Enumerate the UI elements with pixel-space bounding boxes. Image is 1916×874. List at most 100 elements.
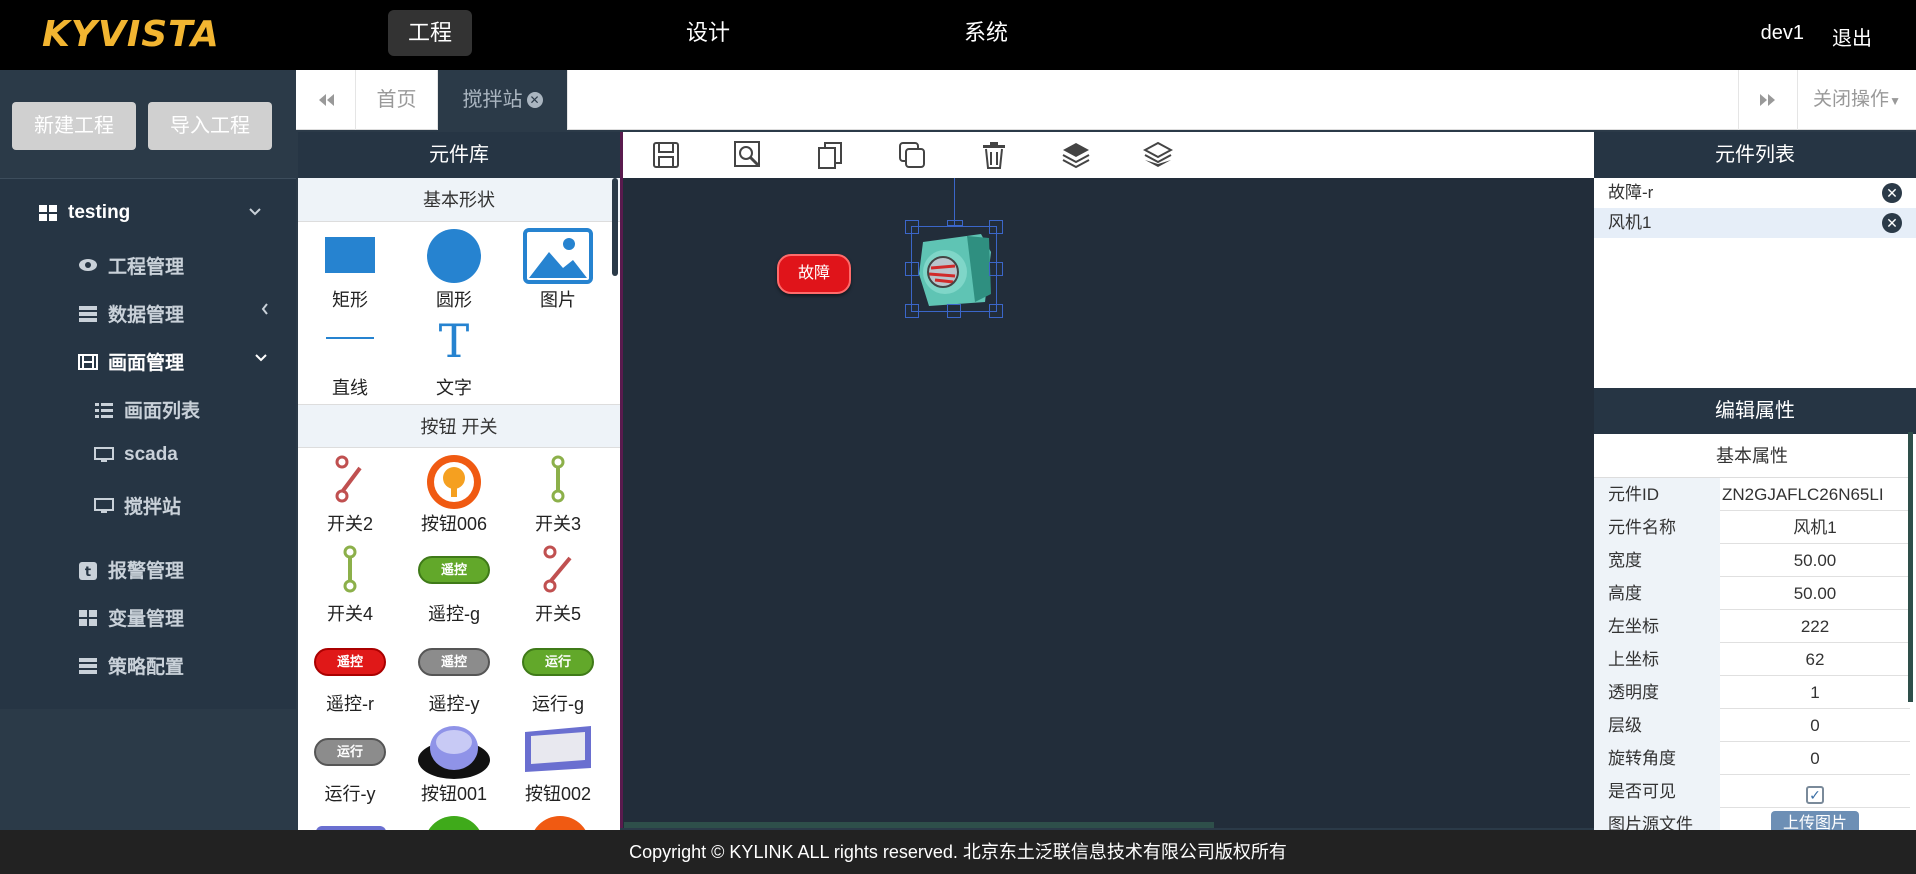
prop-layer-input[interactable]: 0 [1720, 709, 1910, 742]
fan-component[interactable] [905, 178, 1003, 318]
remove-icon[interactable]: ✕ [1882, 213, 1902, 233]
switch-icon [343, 545, 357, 593]
resize-handle-e[interactable] [989, 262, 1003, 276]
nav-project[interactable]: 工程 [388, 10, 472, 56]
shape-line[interactable]: 直线 [298, 318, 402, 398]
shape-circle[interactable]: 圆形 [402, 228, 506, 312]
prop-key: 透明度 [1594, 676, 1720, 709]
tab-scroll-left[interactable] [296, 70, 356, 130]
prop-height-input[interactable]: 50.00 [1720, 577, 1910, 610]
tab-scroll-right[interactable] [1738, 70, 1798, 130]
import-project-button[interactable]: 导入工程 [148, 102, 272, 150]
nav-design[interactable]: 设计 [666, 10, 750, 56]
sidebar-item-mixing-station[interactable]: 搅拌站 [94, 492, 181, 519]
monitor-icon [94, 447, 114, 463]
component-list-item-fault[interactable]: 故障-r ✕ [1594, 178, 1916, 208]
component-label: 遥控-y [428, 694, 480, 714]
resize-handle-w[interactable] [905, 262, 919, 276]
circle-icon [427, 229, 481, 283]
chevron-left-icon[interactable] [260, 302, 270, 321]
tab-mixing-station[interactable]: 搅拌站 ✕ [438, 70, 568, 130]
resize-handle-ne[interactable] [989, 220, 1003, 234]
monitor-icon [94, 497, 114, 514]
upload-image-button[interactable]: 上传图片 [1771, 811, 1859, 830]
sidebar-item-strategy-config[interactable]: 策略配置 [78, 652, 184, 679]
component-remote-y[interactable]: 遥控 遥控-y [402, 634, 506, 716]
nav-system[interactable]: 系统 [944, 10, 1028, 56]
server-icon [78, 305, 98, 322]
component-remote-r[interactable]: 遥控 遥控-r [298, 634, 402, 716]
shape-image[interactable]: 图片 [506, 228, 610, 312]
sidebar-item-data-management[interactable]: 数据管理 [78, 300, 184, 327]
close-icon[interactable]: ✕ [526, 92, 543, 108]
component-list-item-fan[interactable]: 风机1 ✕ [1594, 208, 1916, 238]
component-switch5[interactable]: 开关5 [506, 544, 610, 626]
properties-scrollbar[interactable] [1908, 432, 1913, 702]
layer-down-icon[interactable] [1143, 140, 1173, 170]
save-icon[interactable] [651, 140, 681, 170]
resize-handle-se[interactable] [989, 304, 1003, 318]
component-list-title: 元件列表 [1594, 132, 1916, 178]
component-label: 运行-g [531, 694, 584, 714]
library-group-basic-shapes[interactable]: 基本形状 [298, 178, 620, 222]
trash-icon[interactable] [979, 140, 1009, 170]
copy-icon[interactable] [815, 140, 845, 170]
component-label: 开关5 [534, 604, 581, 624]
rotate-handle-line[interactable] [954, 178, 955, 226]
component-switch4[interactable]: 开关4 [298, 544, 402, 626]
chevron-down-icon[interactable] [254, 350, 268, 368]
design-canvas[interactable]: 故障 [620, 178, 1594, 828]
component-switch3[interactable]: 开关3 [506, 454, 610, 536]
bulb-button-icon [427, 455, 481, 509]
component-button001[interactable]: 按钮001 [402, 724, 506, 806]
sidebar-item-screen-management[interactable]: 画面管理 [78, 348, 184, 375]
resize-handle-sw[interactable] [905, 304, 919, 318]
sidebar-item-scada[interactable]: scada [94, 444, 178, 466]
user-name[interactable]: dev1 [1761, 22, 1804, 45]
shape-rectangle[interactable]: 矩形 [298, 228, 402, 312]
prop-name-input[interactable]: 风机1 [1720, 511, 1910, 544]
component-remote-g[interactable]: 遥控 遥控-g [402, 544, 506, 626]
chevron-down-icon[interactable] [248, 204, 262, 222]
tab-home[interactable]: 首页 [356, 70, 438, 130]
duplicate-icon[interactable] [897, 140, 927, 170]
component-partial-green[interactable] [424, 816, 484, 830]
basic-properties-header[interactable]: 基本属性 [1594, 434, 1910, 478]
new-project-button[interactable]: 新建工程 [12, 102, 136, 150]
close-ops-label: 关闭操作 [1813, 89, 1890, 110]
fault-button-component[interactable]: 故障 [777, 254, 851, 294]
rotate-handle[interactable] [947, 220, 963, 226]
prop-width-input[interactable]: 50.00 [1720, 544, 1910, 577]
zoom-icon[interactable] [733, 140, 763, 170]
sidebar-item-project-management[interactable]: 工程管理 [78, 252, 184, 279]
sidebar-item-screen-list[interactable]: 画面列表 [94, 396, 200, 423]
sidebar-project-testing[interactable]: testing [38, 202, 130, 224]
prop-left-input[interactable]: 222 [1720, 610, 1910, 643]
prop-opacity-input[interactable]: 1 [1720, 676, 1910, 709]
component-button006[interactable]: 按钮006 [402, 454, 506, 536]
shape-text[interactable]: T 文字 [402, 318, 506, 398]
component-button002[interactable]: 按钮002 [506, 724, 610, 806]
layer-up-icon[interactable] [1061, 140, 1091, 170]
component-partial-orange[interactable] [530, 816, 590, 830]
visible-checkbox[interactable]: ✓ [1806, 786, 1824, 804]
component-run-g[interactable]: 运行 运行-g [506, 634, 610, 716]
remove-icon[interactable]: ✕ [1882, 183, 1902, 203]
prop-row-top: 上坐标 62 [1594, 643, 1910, 676]
prop-top-input[interactable]: 62 [1720, 643, 1910, 676]
logout-link[interactable]: 退出 [1832, 22, 1872, 51]
resize-handle-s[interactable] [947, 304, 961, 318]
component-switch2[interactable]: 开关2 [298, 454, 402, 536]
prop-id-value[interactable]: ZN2GJAFLC26N65LI [1720, 478, 1910, 511]
resize-handle-nw[interactable] [905, 220, 919, 234]
selection-box[interactable] [911, 226, 997, 312]
prop-rotation-input[interactable]: 0 [1720, 742, 1910, 775]
sidebar-item-alarm-management[interactable]: t 报警管理 [78, 556, 184, 583]
library-scrollbar[interactable] [612, 178, 618, 276]
component-run-y[interactable]: 运行 运行-y [298, 724, 402, 806]
sidebar-project-label: testing [68, 202, 131, 223]
canvas-horizontal-scrollbar[interactable] [624, 822, 1214, 828]
library-group-buttons-switches[interactable]: 按钮 开关 [298, 404, 620, 448]
close-ops-dropdown[interactable]: 关闭操作▼ [1798, 70, 1916, 130]
sidebar-item-variable-management[interactable]: 变量管理 [78, 604, 184, 631]
